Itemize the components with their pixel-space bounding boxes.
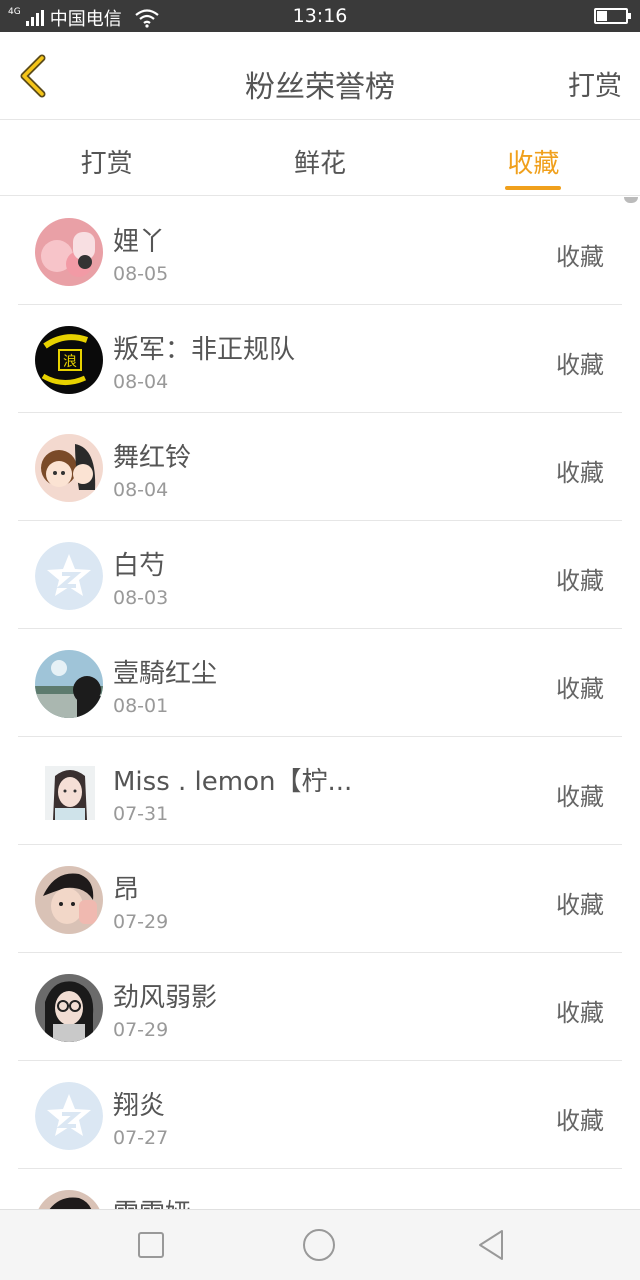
fan-date: 08-04 [113, 479, 169, 501]
list-item[interactable]: 壹騎红尘 08-01 收藏 [18, 629, 622, 737]
avatar[interactable] [35, 434, 103, 502]
fan-name: 劲风弱影 [113, 983, 218, 1013]
fan-date: 08-04 [113, 371, 169, 393]
contribution-type: 收藏 [556, 891, 604, 919]
avatar[interactable] [45, 766, 95, 820]
recent-apps-icon[interactable] [134, 1228, 168, 1262]
avatar[interactable]: 浪 [35, 326, 103, 394]
reward-button[interactable]: 打赏 [568, 64, 622, 103]
fan-date: 07-27 [113, 1127, 169, 1149]
home-icon[interactable] [302, 1228, 336, 1262]
fan-date: 08-03 [113, 587, 169, 609]
app-header: 粉丝荣誉榜 打赏 [0, 32, 640, 120]
contribution-type: 收藏 [556, 783, 604, 811]
avatar[interactable] [35, 974, 103, 1042]
fan-date: 07-29 [113, 1019, 169, 1041]
fan-name: 壹騎红尘 [113, 659, 218, 689]
tab-label: 鲜花 [293, 149, 346, 179]
fan-list: 娌丫 08-05 收藏浪叛军：非正规队 08-04 收藏 舞红铃 08-04 收藏 白芍 08-0… [0, 197, 640, 1209]
list-item[interactable]: 娌丫 08-05 收藏 [18, 197, 622, 305]
avatar[interactable] [35, 542, 103, 610]
contribution-type: 收藏 [556, 243, 604, 271]
tab-label: 收藏 [507, 149, 560, 179]
list-item[interactable]: 舞红铃 08-04 收藏 [18, 413, 622, 521]
tab-bar: 打赏 鲜花 收藏 [0, 121, 640, 196]
tab-favorites[interactable]: 收藏 [427, 121, 640, 195]
contribution-type: 收藏 [556, 999, 604, 1027]
list-item[interactable]: 白芍 08-03 收藏 [18, 521, 622, 629]
contribution-type: 收藏 [556, 567, 604, 595]
fan-date: 07-29 [113, 911, 169, 933]
tab-reward[interactable]: 打赏 [0, 121, 213, 195]
list-item[interactable]: Miss . lemon【柠... 07-31 收藏 [18, 737, 622, 845]
fan-name: 翔炎 [113, 1091, 166, 1121]
avatar[interactable] [35, 1082, 103, 1150]
avatar[interactable] [35, 650, 103, 718]
tab-flowers[interactable]: 鲜花 [213, 121, 426, 195]
avatar[interactable] [35, 866, 103, 934]
system-nav-bar [0, 1209, 640, 1280]
status-bar: 4G 中国电信 13:16 [0, 0, 640, 32]
list-item[interactable]: 昂 07-29 收藏 [18, 845, 622, 953]
avatar[interactable] [35, 218, 103, 286]
svg-text:浪: 浪 [63, 354, 77, 370]
list-item[interactable]: 雷雷娅 [18, 1169, 622, 1209]
contribution-type: 收藏 [556, 459, 604, 487]
fan-name: 叛军：非正规队 [113, 335, 296, 365]
fan-date: 08-05 [113, 263, 169, 285]
list-item[interactable]: 劲风弱影 07-29 收藏 [18, 953, 622, 1061]
fan-name: 白芍 [113, 551, 166, 581]
contribution-type: 收藏 [556, 675, 604, 703]
fan-name: 昂 [113, 875, 140, 905]
contribution-type: 收藏 [556, 351, 604, 379]
clock: 13:16 [292, 5, 348, 27]
fan-name: 雷雷娅 [113, 1193, 191, 1209]
list-item[interactable]: 浪 叛军：非正规队 08-04 收藏 [18, 305, 622, 413]
avatar[interactable] [35, 1190, 103, 1209]
back-icon[interactable] [474, 1228, 508, 1262]
list-item[interactable]: 翔炎 07-27 收藏 [18, 1061, 622, 1169]
tab-label: 打赏 [80, 149, 133, 179]
fan-name: 娌丫 [113, 227, 166, 257]
fan-date: 07-31 [113, 803, 169, 825]
fan-name: 舞红铃 [113, 443, 192, 473]
fan-name: Miss . lemon【柠... [113, 767, 353, 797]
page-title: 粉丝荣誉榜 [245, 70, 395, 105]
active-tab-indicator [505, 186, 562, 190]
fan-date: 08-01 [113, 695, 169, 717]
contribution-type: 收藏 [556, 1107, 604, 1135]
battery-icon [594, 8, 631, 24]
